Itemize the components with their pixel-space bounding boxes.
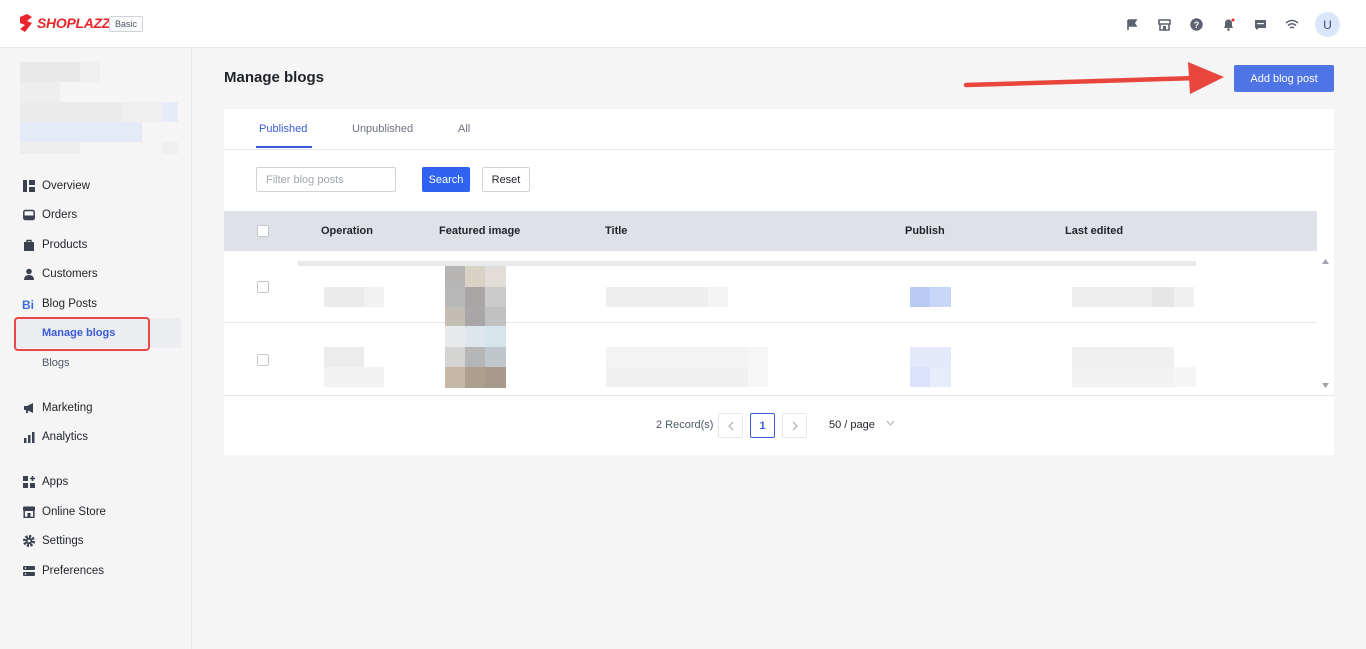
active-tab-indicator xyxy=(256,146,312,148)
row-checkbox[interactable] xyxy=(257,281,269,293)
shoplazza-logo[interactable]: SHOPLAZZA xyxy=(18,14,120,32)
sidebar-item-orders[interactable]: Orders xyxy=(22,205,77,225)
pointer-arrow xyxy=(963,62,1224,94)
sidebar-item-marketing[interactable]: Marketing xyxy=(22,398,93,418)
table-scrollbar[interactable] xyxy=(1317,251,1334,396)
page-size-select[interactable]: 50 / page xyxy=(829,419,875,431)
row-checkbox[interactable] xyxy=(257,354,269,366)
preferences-icon xyxy=(22,565,35,578)
search-button[interactable]: Search xyxy=(422,167,470,192)
tab-all[interactable]: All xyxy=(458,123,470,135)
sidebar-item-label: Customers xyxy=(42,268,98,280)
current-page-button[interactable]: 1 xyxy=(750,413,775,438)
sidebar-item-settings[interactable]: Settings xyxy=(22,531,84,551)
previous-page-button[interactable] xyxy=(718,413,743,438)
record-count: 2 Record(s) xyxy=(656,419,714,431)
table-header: Operation Featured image Title Publish L… xyxy=(224,211,1317,251)
sidebar-item-label: Analytics xyxy=(42,431,89,443)
select-all-checkbox[interactable] xyxy=(257,225,269,237)
customers-icon xyxy=(22,268,35,281)
sidebar-item-overview[interactable]: Overview xyxy=(22,176,90,196)
chevron-right-icon xyxy=(792,421,798,430)
sidebar-item-preferences[interactable]: Preferences xyxy=(22,561,104,581)
overview-icon xyxy=(22,180,35,193)
logo-mark-icon xyxy=(20,14,32,32)
sidebar-item-label: Overview xyxy=(42,180,90,192)
blog-icon: Bi xyxy=(22,298,35,311)
add-blog-post-button[interactable]: Add blog post xyxy=(1234,65,1334,92)
column-header-publish: Publish xyxy=(905,225,945,237)
sidebar-item-label: Orders xyxy=(42,209,78,221)
chevron-left-icon xyxy=(727,421,733,430)
sidebar-item-label: Marketing xyxy=(42,402,93,414)
blogs-card: Published Unpublished All Search Reset O… xyxy=(224,109,1334,455)
orders-icon xyxy=(22,209,35,222)
analytics-icon xyxy=(22,431,35,444)
tab-published[interactable]: Published xyxy=(259,123,307,135)
gear-icon xyxy=(22,535,35,548)
top-bar: SHOPLAZZA Basic ? U xyxy=(0,0,1366,48)
column-header-title: Title xyxy=(605,225,628,237)
sidebar-item-customers[interactable]: Customers xyxy=(22,264,98,284)
sidebar-item-apps[interactable]: Apps xyxy=(22,472,68,492)
status-tabs: Published Unpublished All xyxy=(224,109,1334,150)
table-bottom-border xyxy=(224,395,1334,396)
bell-icon[interactable] xyxy=(1219,16,1237,34)
sidebar-item-label: Blog Posts xyxy=(42,298,97,310)
chat-icon[interactable] xyxy=(1251,16,1269,34)
sidebar: Overview Orders Products Customers Bi Bl… xyxy=(0,48,192,649)
tab-unpublished[interactable]: Unpublished xyxy=(352,123,413,135)
apps-icon xyxy=(22,476,35,489)
highlight-box xyxy=(14,317,150,351)
sidebar-subitem-blogs[interactable]: Blogs xyxy=(42,357,70,369)
table-row[interactable] xyxy=(224,251,1317,327)
chevron-down-icon[interactable] xyxy=(886,419,895,430)
sidebar-item-label: Products xyxy=(42,239,88,251)
help-icon[interactable]: ? xyxy=(1187,16,1205,34)
reset-button[interactable]: Reset xyxy=(482,167,530,192)
filter-blog-posts-input[interactable] xyxy=(256,167,396,192)
sidebar-item-label: Settings xyxy=(42,535,84,547)
user-avatar[interactable]: U xyxy=(1315,12,1340,37)
column-header-featured-image: Featured image xyxy=(439,225,521,237)
sidebar-item-label: Apps xyxy=(42,476,69,488)
svg-text:Bi: Bi xyxy=(22,298,34,310)
sidebar-item-label: Online Store xyxy=(42,506,106,518)
next-page-button[interactable] xyxy=(782,413,807,438)
column-header-last-edited: Last edited xyxy=(1065,225,1124,237)
table-row[interactable] xyxy=(224,323,1317,396)
products-icon xyxy=(22,239,35,252)
brand-name: SHOPLAZZA xyxy=(37,15,120,31)
plan-badge: Basic xyxy=(109,16,144,32)
sidebar-item-online-store[interactable]: Online Store xyxy=(22,502,106,522)
sidebar-item-analytics[interactable]: Analytics xyxy=(22,427,88,447)
page-title: Manage blogs xyxy=(224,69,325,86)
flag-icon[interactable] xyxy=(1123,16,1141,34)
store-icon xyxy=(22,506,35,519)
column-header-operation: Operation xyxy=(321,225,373,237)
megaphone-icon xyxy=(22,402,35,415)
svg-text:?: ? xyxy=(1193,20,1199,30)
sidebar-item-products[interactable]: Products xyxy=(22,235,87,255)
wifi-icon[interactable] xyxy=(1283,16,1301,34)
store-icon[interactable] xyxy=(1155,16,1173,34)
sidebar-item-blog-posts[interactable]: Bi Blog Posts xyxy=(22,294,97,314)
sidebar-item-label: Preferences xyxy=(42,565,105,577)
